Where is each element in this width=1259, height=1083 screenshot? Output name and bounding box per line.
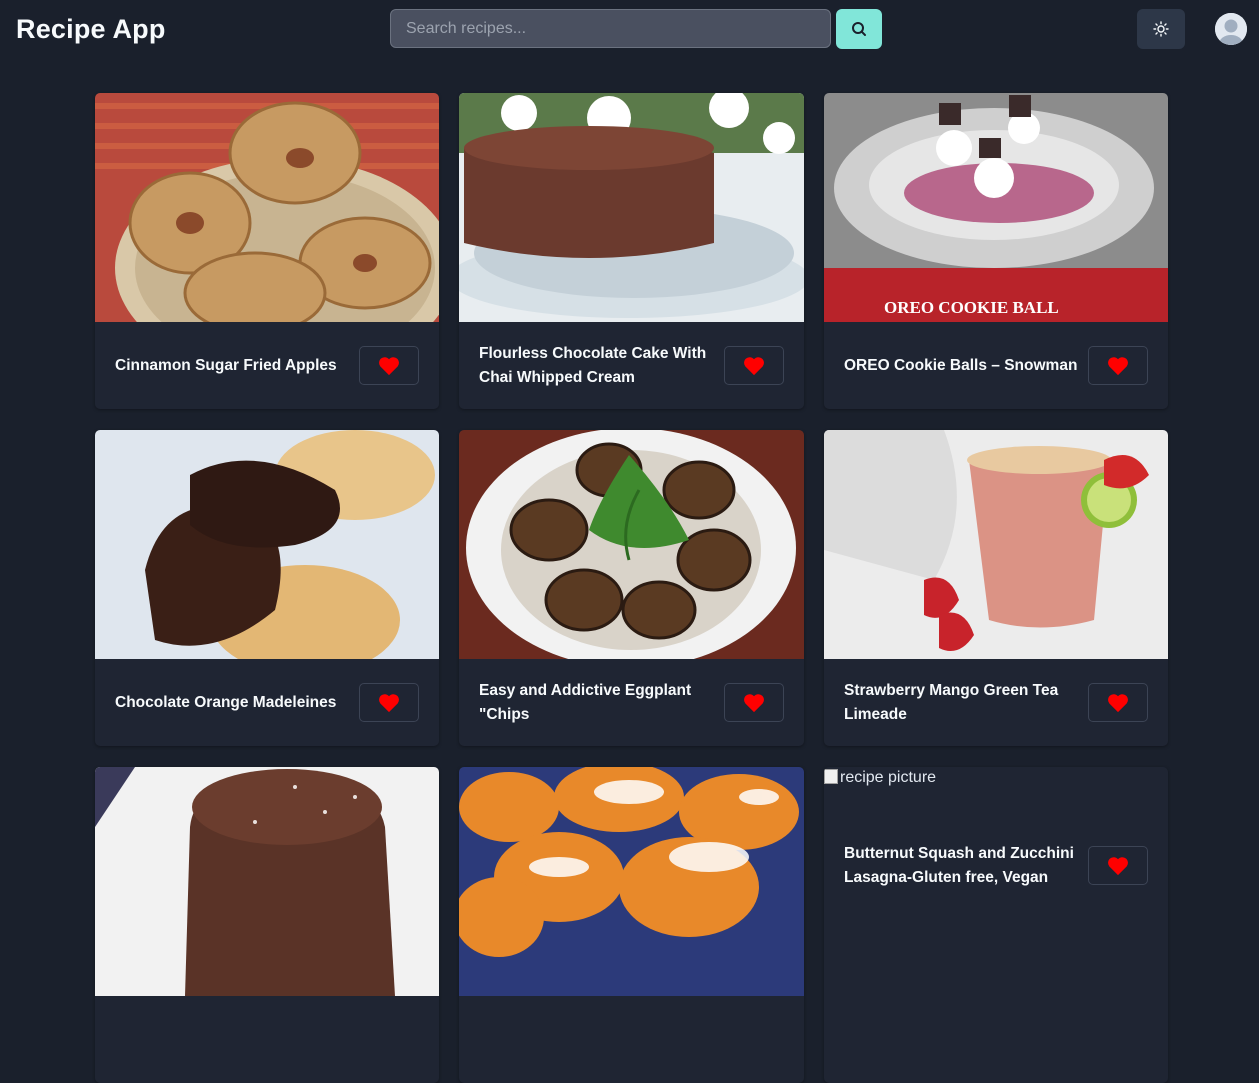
recipe-card[interactable] xyxy=(459,767,804,1083)
recipe-card[interactable] xyxy=(95,767,439,1083)
broken-image-icon xyxy=(824,769,838,784)
recipe-card[interactable]: Easy and Addictive Eggplant "Chips xyxy=(459,430,804,746)
recipe-card[interactable]: Strawberry Mango Green Tea Limeade xyxy=(824,430,1168,746)
heart-icon xyxy=(1108,356,1128,375)
favorite-button[interactable] xyxy=(359,346,419,385)
heart-icon xyxy=(1108,856,1128,875)
app-title: Recipe App xyxy=(16,14,166,44)
fried-apples-photo xyxy=(95,93,439,322)
heart-icon xyxy=(1108,693,1128,712)
recipe-title: Easy and Addictive Eggplant "Chips xyxy=(479,681,692,723)
favorite-button[interactable] xyxy=(724,683,784,722)
recipe-grid: Cinnamon Sugar Fried Apples Flourless Ch… xyxy=(95,93,1168,1083)
recipe-title: Strawberry Mango Green Tea Limeade xyxy=(844,681,1059,723)
chocolate-cookie-photo xyxy=(95,767,439,996)
recipe-card-footer: Strawberry Mango Green Tea Limeade xyxy=(824,659,1168,746)
avatar[interactable] xyxy=(1215,13,1247,45)
recipe-title: Chocolate Orange Madeleines xyxy=(115,693,337,711)
recipe-card-footer: Easy and Addictive Eggplant "Chips xyxy=(459,659,804,746)
recipe-card-footer: Cinnamon Sugar Fried Apples xyxy=(95,322,439,409)
heart-icon xyxy=(379,356,399,375)
heart-icon xyxy=(379,693,399,712)
recipe-card[interactable]: recipe picture Butternut Squash and Zucc… xyxy=(824,767,1168,1083)
recipe-card-footer: Flourless Chocolate Cake With Chai Whipp… xyxy=(459,322,804,409)
eggplant-chips-photo xyxy=(459,430,804,659)
recipe-title: Butternut Squash and Zucchini Lasagna-Gl… xyxy=(844,844,1074,886)
search-button[interactable] xyxy=(836,9,882,49)
favorite-button[interactable] xyxy=(1088,683,1148,722)
recipe-card-footer: Chocolate Orange Madeleines xyxy=(95,659,439,746)
limeade-photo xyxy=(824,430,1168,659)
recipe-picture-broken-image: recipe picture xyxy=(824,767,1168,822)
heart-icon xyxy=(744,356,764,375)
recipe-title: Flourless Chocolate Cake With Chai Whipp… xyxy=(479,344,707,386)
chocolate-cake-photo xyxy=(459,93,804,322)
heart-icon xyxy=(744,693,764,712)
favorite-button[interactable] xyxy=(1088,846,1148,885)
favorite-button[interactable] xyxy=(1088,346,1148,385)
recipe-card[interactable]: Flourless Chocolate Cake With Chai Whipp… xyxy=(459,93,804,409)
search-input[interactable] xyxy=(390,9,831,48)
oreo-image-text: OREO COOKIE BALL xyxy=(884,298,1059,317)
madeleines-photo xyxy=(95,430,439,659)
recipe-card[interactable]: OREO COOKIE BALL OREO Cookie Balls – Sno… xyxy=(824,93,1168,409)
top-bar: Recipe App xyxy=(0,0,1259,62)
oreo-snowman-photo: OREO COOKIE BALL xyxy=(824,93,1168,322)
recipe-title: OREO Cookie Balls – Snowman xyxy=(844,356,1078,374)
search-icon xyxy=(852,22,866,36)
image-alt-text: recipe picture xyxy=(840,769,937,786)
favorite-button[interactable] xyxy=(724,346,784,385)
recipe-card-footer: OREO Cookie Balls – Snowman xyxy=(824,322,1168,409)
recipe-card[interactable]: Chocolate Orange Madeleines xyxy=(95,430,439,746)
recipe-card[interactable]: Cinnamon Sugar Fried Apples xyxy=(95,93,439,409)
recipe-title: Cinnamon Sugar Fried Apples xyxy=(115,356,337,374)
recipe-card-footer: Butternut Squash and Zucchini Lasagna-Gl… xyxy=(824,822,1168,909)
user-avatar-icon xyxy=(1215,13,1247,45)
favorite-button[interactable] xyxy=(359,683,419,722)
beignets-photo xyxy=(459,767,804,996)
theme-toggle-button[interactable] xyxy=(1137,9,1185,49)
sun-icon xyxy=(1153,21,1169,37)
